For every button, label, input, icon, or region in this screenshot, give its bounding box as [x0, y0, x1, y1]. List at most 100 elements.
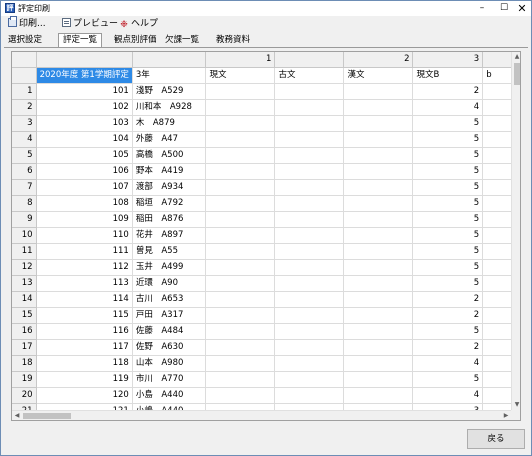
grade-cell[interactable] — [274, 307, 345, 325]
student-name-cell[interactable]: 野本 A419 — [132, 163, 207, 181]
grade-value-cell[interactable]: 5 — [412, 259, 484, 277]
grade-value-cell[interactable]: 5 — [412, 131, 484, 149]
student-number-cell[interactable]: 120 — [36, 387, 133, 405]
grade-cell[interactable] — [205, 115, 276, 133]
horizontal-scrollbar[interactable]: ◀ ▶ — [12, 410, 511, 420]
help-button[interactable]: ❉ ヘルプ — [119, 17, 158, 31]
student-name-cell[interactable]: 近環 A90 — [132, 275, 207, 293]
grade-cell[interactable] — [205, 323, 276, 341]
student-number-cell[interactable]: 104 — [36, 131, 133, 149]
minimize-button[interactable]: – — [471, 1, 493, 16]
grade-cell[interactable] — [274, 99, 345, 117]
student-name-cell[interactable]: 佐野 A630 — [132, 339, 207, 357]
grade-cell[interactable] — [274, 83, 345, 101]
grade-value-cell[interactable]: 5 — [412, 147, 484, 165]
grade-value-cell[interactable]: 5 — [412, 211, 484, 229]
subject-header-cell[interactable]: 現文B — [412, 67, 484, 85]
grade-cell[interactable] — [205, 275, 276, 293]
student-name-cell[interactable]: 稲垣 A792 — [132, 195, 207, 213]
student-number-cell[interactable]: 111 — [36, 243, 133, 261]
grade-cell[interactable] — [274, 227, 345, 245]
grade-value-cell[interactable]: 5 — [412, 243, 484, 261]
student-name-cell[interactable]: 戸田 A317 — [132, 307, 207, 325]
print-button[interactable]: 印刷... — [8, 16, 46, 31]
student-number-cell[interactable]: 109 — [36, 211, 133, 229]
grade-value-cell[interactable]: 5 — [412, 227, 484, 245]
grade-cell[interactable] — [274, 355, 345, 373]
grade-cell[interactable] — [205, 227, 276, 245]
grade-cell[interactable] — [205, 243, 276, 261]
back-button[interactable]: 戻る — [467, 429, 525, 449]
student-number-cell[interactable]: 108 — [36, 195, 133, 213]
student-name-cell[interactable]: 市川 A770 — [132, 371, 207, 389]
tab-absence-list[interactable]: 欠課一覧 — [161, 34, 203, 47]
grade-cell[interactable] — [274, 371, 345, 389]
grade-cell[interactable] — [205, 291, 276, 309]
grade-cell[interactable] — [343, 99, 414, 117]
grade-cell[interactable] — [205, 259, 276, 277]
grade-cell[interactable] — [274, 323, 345, 341]
column-number-cell[interactable] — [274, 52, 345, 69]
tab-viewpoint-evaluation[interactable]: 観点別評価 — [110, 34, 161, 47]
grade-value-cell[interactable]: 5 — [412, 163, 484, 181]
term-title-cell[interactable]: 2020年度 第1学期評定 — [36, 67, 133, 85]
horizontal-scroll-thumb[interactable] — [23, 413, 71, 419]
column-number-cell[interactable]: 2 — [343, 52, 414, 69]
grade-value-cell[interactable]: 5 — [412, 275, 484, 293]
student-name-cell[interactable]: 高橋 A500 — [132, 147, 207, 165]
student-number-cell[interactable]: 106 — [36, 163, 133, 181]
grade-cell[interactable] — [274, 131, 345, 149]
student-name-cell[interactable]: 稲田 A876 — [132, 211, 207, 229]
grade-value-cell[interactable]: 5 — [412, 323, 484, 341]
student-number-cell[interactable]: 105 — [36, 147, 133, 165]
grade-cell[interactable] — [205, 371, 276, 389]
student-name-cell[interactable]: 淺野 A529 — [132, 83, 207, 101]
grade-cell[interactable] — [343, 131, 414, 149]
subject-header-cell[interactable]: 現文 — [205, 67, 276, 85]
grade-cell[interactable] — [343, 259, 414, 277]
grade-cell[interactable] — [274, 115, 345, 133]
grade-cell[interactable] — [274, 195, 345, 213]
grade-cell[interactable] — [274, 275, 345, 293]
grade-cell[interactable] — [205, 147, 276, 165]
grade-value-cell[interactable]: 2 — [412, 339, 484, 357]
student-name-cell[interactable]: 花井 A897 — [132, 227, 207, 245]
tab-grade-list[interactable]: 評定一覧 — [58, 33, 103, 47]
scroll-left-icon[interactable]: ◀ — [12, 411, 22, 420]
grade-cell[interactable] — [205, 387, 276, 405]
grade-value-cell[interactable]: 4 — [412, 99, 484, 117]
grade-cell[interactable] — [343, 147, 414, 165]
student-name-cell[interactable]: 古川 A653 — [132, 291, 207, 309]
column-number-cell[interactable]: 3 — [412, 52, 484, 69]
subject-header-cell[interactable]: 漢文 — [343, 67, 414, 85]
student-number-cell[interactable]: 101 — [36, 83, 133, 101]
grade-value-cell[interactable]: 5 — [412, 371, 484, 389]
student-name-cell[interactable]: 川和本 A928 — [132, 99, 207, 117]
grade-cell[interactable] — [343, 291, 414, 309]
grade-cell[interactable] — [274, 211, 345, 229]
scroll-down-icon[interactable]: ▼ — [512, 400, 520, 410]
grade-cell[interactable] — [343, 195, 414, 213]
student-number-cell[interactable]: 116 — [36, 323, 133, 341]
grade-cell[interactable] — [205, 83, 276, 101]
student-name-cell[interactable]: 曽見 A55 — [132, 243, 207, 261]
student-name-cell[interactable]: 佐藤 A484 — [132, 323, 207, 341]
grade-cell[interactable] — [274, 243, 345, 261]
student-number-cell[interactable]: 103 — [36, 115, 133, 133]
student-number-cell[interactable]: 114 — [36, 291, 133, 309]
grade-value-cell[interactable]: 5 — [412, 115, 484, 133]
tab-academic-materials[interactable]: 教務資料 — [212, 34, 254, 47]
grade-cell[interactable] — [274, 339, 345, 357]
grade-cell[interactable] — [343, 179, 414, 197]
scroll-up-icon[interactable]: ▲ — [512, 52, 520, 62]
grade-cell[interactable] — [343, 371, 414, 389]
column-number-cell[interactable] — [36, 52, 133, 69]
close-button[interactable]: ✕ — [511, 1, 532, 16]
grade-cell[interactable] — [274, 291, 345, 309]
grade-cell[interactable] — [343, 211, 414, 229]
student-number-cell[interactable]: 119 — [36, 371, 133, 389]
preview-button[interactable]: プレビュー — [62, 17, 118, 31]
student-name-cell[interactable]: 外藤 A47 — [132, 131, 207, 149]
grade-cell[interactable] — [343, 355, 414, 373]
grade-cell[interactable] — [205, 179, 276, 197]
